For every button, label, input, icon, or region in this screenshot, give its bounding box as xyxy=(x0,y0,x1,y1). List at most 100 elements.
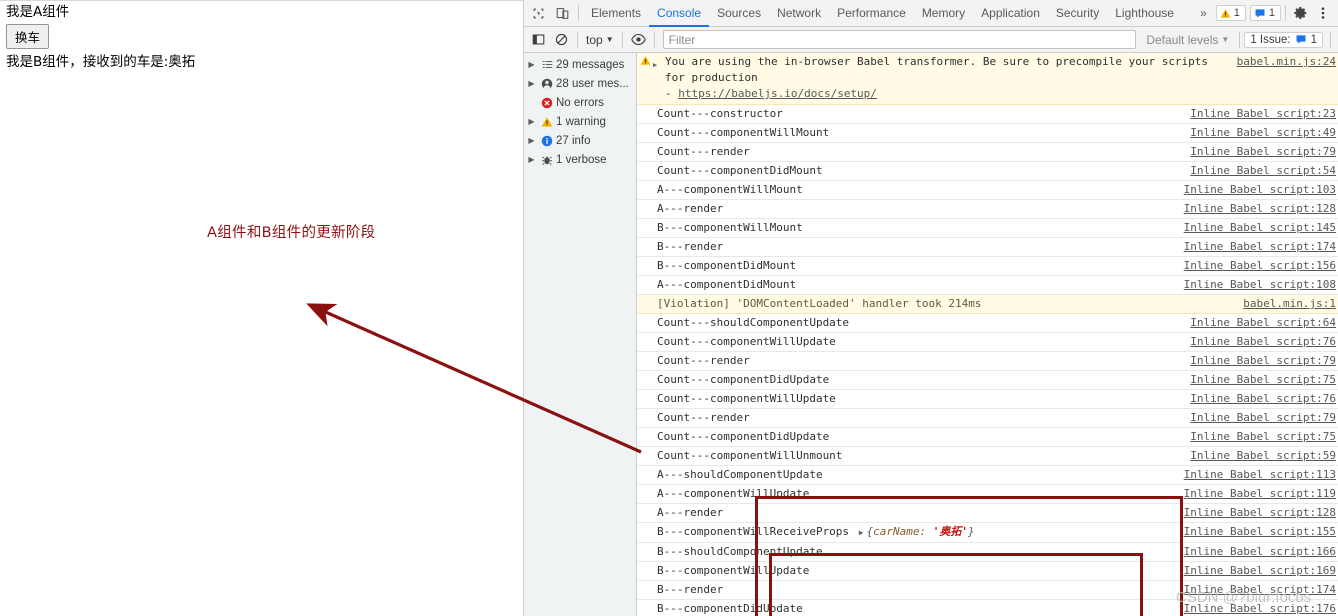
expand-triangle-icon[interactable]: ▶ xyxy=(525,136,538,145)
source-link[interactable]: Inline Babel script:155 xyxy=(1174,524,1338,540)
filter-input[interactable] xyxy=(662,30,1137,49)
tab-sources[interactable]: Sources xyxy=(709,0,769,27)
console-message-object-row[interactable]: B---componentWillReceiveProps ▶ {carName:… xyxy=(637,523,1338,543)
babel-docs-link[interactable]: https://babeljs.io/docs/setup/ xyxy=(678,87,877,100)
source-link[interactable]: Inline Babel script:113 xyxy=(1174,467,1338,483)
source-link[interactable]: Inline Babel script:79 xyxy=(1180,353,1338,369)
log-levels-selector[interactable]: Default levels ▼ xyxy=(1140,33,1235,47)
expand-triangle-icon[interactable]: ▶ xyxy=(525,60,538,69)
source-link[interactable]: Inline Babel script:166 xyxy=(1174,544,1338,560)
gear-icon[interactable] xyxy=(1290,2,1312,24)
sidebar-item-verbose[interactable]: ▶ 1 verbose xyxy=(524,150,636,169)
console-message-row[interactable]: Count---render Inline Babel script:79 xyxy=(637,409,1338,428)
source-link[interactable]: Inline Babel script:145 xyxy=(1174,220,1338,236)
tab-application[interactable]: Application xyxy=(973,0,1048,27)
source-link[interactable]: Inline Babel script:79 xyxy=(1180,410,1338,426)
console-message-row[interactable]: Count---componentDidUpdate Inline Babel … xyxy=(637,371,1338,390)
swap-car-button[interactable]: 换车 xyxy=(6,24,50,49)
console-message-row[interactable]: A---render Inline Babel script:128 xyxy=(637,200,1338,219)
tab-security[interactable]: Security xyxy=(1048,0,1107,27)
console-message-row[interactable]: Count---componentWillMount Inline Babel … xyxy=(637,124,1338,143)
source-link[interactable]: Inline Babel script:59 xyxy=(1180,448,1338,464)
console-message-list[interactable]: ▶ You are using the in-browser Babel tra… xyxy=(637,53,1338,616)
source-link[interactable]: Inline Babel script:128 xyxy=(1174,201,1338,217)
console-message-row[interactable]: B---componentWillMount Inline Babel scri… xyxy=(637,219,1338,238)
source-link[interactable]: Inline Babel script:54 xyxy=(1180,163,1338,179)
live-expression-icon[interactable] xyxy=(627,29,650,51)
source-link[interactable]: Inline Babel script:76 xyxy=(1180,391,1338,407)
source-link[interactable]: Inline Babel script:128 xyxy=(1174,505,1338,521)
console-message-row[interactable]: Count---componentWillUpdate Inline Babel… xyxy=(637,333,1338,352)
source-link[interactable]: Inline Babel script:119 xyxy=(1174,486,1338,502)
verbose-icon xyxy=(538,154,556,166)
console-sidebar-icon[interactable] xyxy=(527,29,550,51)
console-message-row[interactable]: B---componentDidUpdate Inline Babel scri… xyxy=(637,600,1338,616)
tab-network[interactable]: Network xyxy=(769,0,829,27)
message-count-badge[interactable]: 1 xyxy=(1249,5,1281,21)
tab-lighthouse[interactable]: Lighthouse xyxy=(1107,0,1182,27)
source-link[interactable]: Inline Babel script:76 xyxy=(1180,334,1338,350)
source-link[interactable]: Inline Babel script:174 xyxy=(1174,582,1338,598)
source-link[interactable]: babel.min.js:1 xyxy=(1233,296,1338,312)
console-message-row[interactable]: A---shouldComponentUpdate Inline Babel s… xyxy=(637,466,1338,485)
source-link[interactable]: Inline Babel script:23 xyxy=(1180,106,1338,122)
console-message-row[interactable]: B---componentWillUpdate Inline Babel scr… xyxy=(637,562,1338,581)
console-message-row[interactable]: B---render Inline Babel script:174 xyxy=(637,581,1338,600)
console-message-row[interactable]: Count---componentWillUpdate Inline Babel… xyxy=(637,390,1338,409)
expand-triangle-icon[interactable]: ▶ xyxy=(525,155,538,164)
console-message-row[interactable]: Count---componentWillUnmount Inline Babe… xyxy=(637,447,1338,466)
console-message-row[interactable]: B---render Inline Babel script:174 xyxy=(637,238,1338,257)
more-options-icon[interactable] xyxy=(1312,2,1334,24)
source-link[interactable]: Inline Babel script:108 xyxy=(1174,277,1338,293)
source-link[interactable]: Inline Babel script:75 xyxy=(1180,372,1338,388)
issues-button[interactable]: 1 Issue: 1 xyxy=(1244,31,1323,48)
console-message-row[interactable]: B---shouldComponentUpdate Inline Babel s… xyxy=(637,543,1338,562)
console-toolbar: top ▼ Default levels ▼ 1 Issue: xyxy=(524,27,1338,53)
sidebar-item-user-messages[interactable]: ▶ 28 user mes... xyxy=(524,74,636,93)
sidebar-item-messages[interactable]: ▶ 29 messages xyxy=(524,55,636,74)
source-link[interactable]: babel.min.js:24 xyxy=(1227,54,1338,70)
annotation-label: A组件和B组件的更新阶段 xyxy=(207,225,376,241)
source-link[interactable]: Inline Babel script:75 xyxy=(1180,429,1338,445)
console-message-row[interactable]: A---componentWillMount Inline Babel scri… xyxy=(637,181,1338,200)
expand-triangle-icon[interactable]: ▶ xyxy=(525,117,538,126)
console-message-row[interactable]: Count---render Inline Babel script:79 xyxy=(637,352,1338,371)
component-b-text: 我是B组件，接收到的车是:奥拓 xyxy=(6,54,196,70)
source-link[interactable]: Inline Babel script:176 xyxy=(1174,601,1338,616)
expand-triangle-icon[interactable]: ▶ xyxy=(653,54,662,73)
tab-memory[interactable]: Memory xyxy=(914,0,973,27)
source-link[interactable]: Inline Babel script:169 xyxy=(1174,563,1338,579)
console-message-row[interactable]: Count---componentDidUpdate Inline Babel … xyxy=(637,428,1338,447)
source-link[interactable]: Inline Babel script:103 xyxy=(1174,182,1338,198)
console-message-violation[interactable]: [Violation] 'DOMContentLoaded' handler t… xyxy=(637,295,1338,314)
console-message-row[interactable]: A---componentWillUpdate Inline Babel scr… xyxy=(637,485,1338,504)
console-message-row[interactable]: Count---componentDidMount Inline Babel s… xyxy=(637,162,1338,181)
tab-elements[interactable]: Elements xyxy=(583,0,649,27)
console-message-text: B---componentWillUpdate xyxy=(657,564,810,577)
console-message-warning[interactable]: ▶ You are using the in-browser Babel tra… xyxy=(637,53,1338,105)
console-message-row[interactable]: A---componentDidMount Inline Babel scrip… xyxy=(637,276,1338,295)
execution-context-selector[interactable]: top ▼ xyxy=(582,33,618,47)
console-message-row[interactable]: B---componentDidMount Inline Babel scrip… xyxy=(637,257,1338,276)
console-message-row[interactable]: Count---constructor Inline Babel script:… xyxy=(637,105,1338,124)
console-message-row[interactable]: Count---render Inline Babel script:79 xyxy=(637,143,1338,162)
expand-triangle-icon[interactable]: ▶ xyxy=(525,79,538,88)
sidebar-item-info[interactable]: ▶ 27 info xyxy=(524,131,636,150)
expand-triangle-icon[interactable]: ▶ xyxy=(856,528,867,537)
source-link[interactable]: Inline Babel script:64 xyxy=(1180,315,1338,331)
inspect-element-icon[interactable] xyxy=(526,1,550,25)
more-tabs-icon[interactable]: » xyxy=(1195,6,1212,20)
console-message-row[interactable]: A---render Inline Babel script:128 xyxy=(637,504,1338,523)
source-link[interactable]: Inline Babel script:49 xyxy=(1180,125,1338,141)
sidebar-item-warnings[interactable]: ▶ 1 warning xyxy=(524,112,636,131)
console-message-row[interactable]: Count---shouldComponentUpdate Inline Bab… xyxy=(637,314,1338,333)
source-link[interactable]: Inline Babel script:79 xyxy=(1180,144,1338,160)
source-link[interactable]: Inline Babel script:174 xyxy=(1174,239,1338,255)
warning-count-badge[interactable]: 1 xyxy=(1215,5,1246,21)
tab-performance[interactable]: Performance xyxy=(829,0,914,27)
device-toolbar-icon[interactable] xyxy=(550,1,574,25)
source-link[interactable]: Inline Babel script:156 xyxy=(1174,258,1338,274)
tab-console[interactable]: Console xyxy=(649,0,709,27)
sidebar-item-errors[interactable]: No errors xyxy=(524,93,636,112)
clear-console-icon[interactable] xyxy=(550,29,573,51)
